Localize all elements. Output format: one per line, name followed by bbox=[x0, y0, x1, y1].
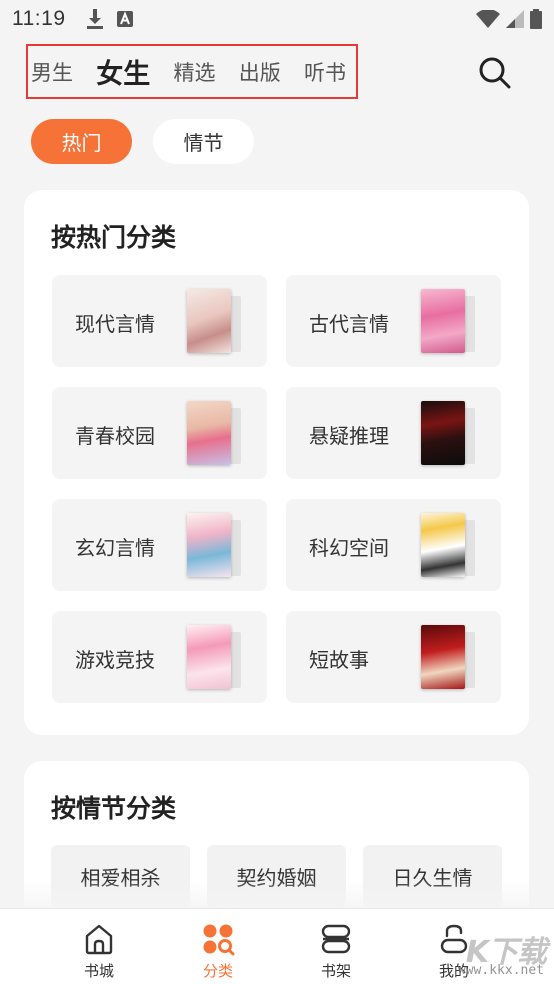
category-label: 古代言情 bbox=[309, 312, 389, 336]
category-label: 玄幻言情 bbox=[75, 536, 155, 560]
tab-male[interactable]: 男生 bbox=[31, 57, 73, 87]
category-tile[interactable]: 现代言情 bbox=[52, 275, 267, 367]
category-label: 青春校园 bbox=[75, 424, 155, 448]
download-icon bbox=[86, 9, 103, 29]
chip-hot[interactable]: 热门 bbox=[31, 119, 132, 164]
category-label: 现代言情 bbox=[75, 312, 155, 336]
nav-bookstore[interactable]: 书城 bbox=[59, 909, 139, 984]
book-cover-thumbnail bbox=[187, 289, 243, 355]
bookshelf-icon bbox=[321, 924, 351, 954]
nav-bookshelf[interactable]: 书架 bbox=[296, 909, 376, 984]
search-icon[interactable] bbox=[478, 56, 512, 90]
wifi-icon bbox=[476, 10, 500, 28]
home-icon bbox=[85, 924, 113, 955]
category-label: 悬疑推理 bbox=[309, 424, 389, 448]
book-cover-thumbnail bbox=[187, 625, 243, 691]
plot-section-title: 按情节分类 bbox=[51, 794, 177, 823]
category-tile[interactable]: 游戏竞技 bbox=[52, 611, 267, 703]
category-tile[interactable]: 青春校园 bbox=[52, 387, 267, 479]
status-time: 11:19 bbox=[12, 7, 66, 30]
app-notification-icon bbox=[116, 11, 133, 27]
status-bar: 11:19 bbox=[0, 0, 554, 38]
category-label: 游戏竞技 bbox=[75, 648, 155, 672]
category-icon bbox=[203, 924, 235, 956]
battery-icon bbox=[530, 9, 542, 29]
signal-icon bbox=[506, 10, 524, 28]
tab-audiobook[interactable]: 听书 bbox=[304, 57, 346, 87]
category-tile[interactable]: 短故事 bbox=[286, 611, 501, 703]
watermark-logo: K下载 www.kkx.net bbox=[440, 925, 550, 980]
book-cover-thumbnail bbox=[187, 401, 243, 467]
filter-chips: 热门 情节 bbox=[31, 119, 254, 164]
category-label: 科幻空间 bbox=[309, 536, 389, 560]
top-category-tabs: 男生 女生 精选 出版 听书 bbox=[26, 44, 358, 99]
hot-section-title: 按热门分类 bbox=[51, 223, 177, 252]
hot-categories-card: 按热门分类 现代言情 古代言情 青春校园 悬疑推理 玄幻言情 科幻空间 游戏竞技… bbox=[24, 190, 529, 735]
watermark-url: www.kkx.net bbox=[457, 963, 544, 978]
book-cover-thumbnail bbox=[421, 401, 477, 467]
nav-label: 书架 bbox=[320, 962, 351, 980]
book-cover-thumbnail bbox=[421, 289, 477, 355]
book-cover-thumbnail bbox=[187, 513, 243, 579]
book-cover-thumbnail bbox=[421, 625, 477, 691]
nav-label: 分类 bbox=[202, 962, 233, 980]
nav-label: 书城 bbox=[83, 962, 114, 980]
category-tile[interactable]: 古代言情 bbox=[286, 275, 501, 367]
category-tile[interactable]: 玄幻言情 bbox=[52, 499, 267, 591]
category-tile[interactable]: 悬疑推理 bbox=[286, 387, 501, 479]
category-label: 短故事 bbox=[309, 648, 369, 672]
book-cover-thumbnail bbox=[421, 513, 477, 579]
chip-plot[interactable]: 情节 bbox=[153, 119, 254, 164]
tab-female[interactable]: 女生 bbox=[96, 52, 150, 91]
nav-category[interactable]: 分类 bbox=[178, 909, 258, 984]
tab-featured[interactable]: 精选 bbox=[174, 57, 216, 87]
category-tile[interactable]: 科幻空间 bbox=[286, 499, 501, 591]
hot-category-grid: 现代言情 古代言情 青春校园 悬疑推理 玄幻言情 科幻空间 游戏竞技 短故事 bbox=[52, 275, 501, 703]
scroll-fade bbox=[0, 880, 554, 910]
tab-published[interactable]: 出版 bbox=[239, 57, 281, 87]
